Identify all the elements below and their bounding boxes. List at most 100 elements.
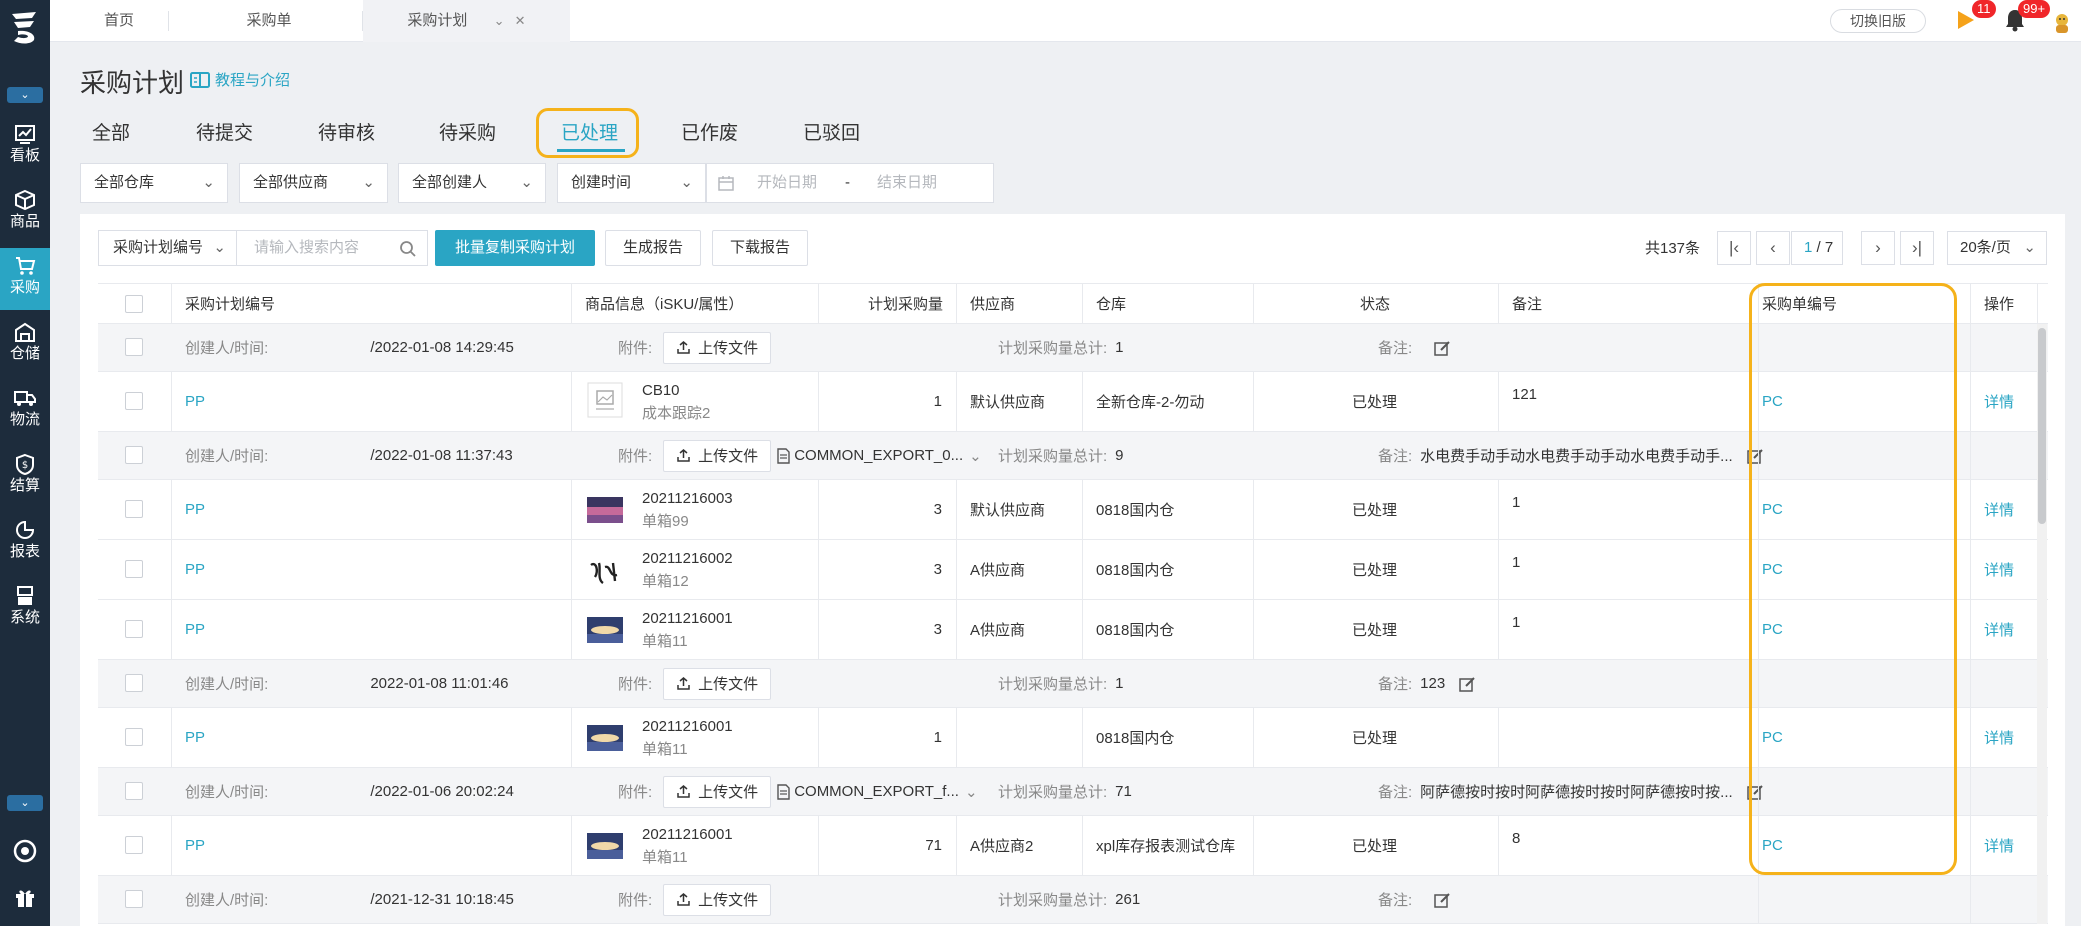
chevron-down-icon[interactable]: ⌄ [494,13,505,28]
group-checkbox[interactable] [125,674,143,692]
group-checkbox[interactable] [125,446,143,464]
column-divider [1970,600,1971,659]
row-checkbox[interactable] [125,392,143,410]
product-thumbnail[interactable] [587,497,623,523]
batch-copy-button[interactable]: 批量复制采购计划 [435,230,595,266]
collapse-toggle-top[interactable]: ⌄ [7,87,43,103]
search-field-select[interactable]: 采购计划编号 ⌄ [98,230,237,266]
collapse-toggle-bottom[interactable]: ⌄ [7,795,43,811]
prev-page-button[interactable]: ‹ [1756,231,1790,265]
status-tab-all[interactable]: 全部 [92,118,130,145]
help-icon[interactable] [0,838,50,869]
po-number-link[interactable]: PC [1762,621,1783,638]
end-date-input[interactable]: 结束日期 [877,164,937,202]
row-checkbox[interactable] [125,560,143,578]
generate-report-button[interactable]: 生成报告 [605,230,701,266]
attachment-file[interactable]: COMMON_EXPORT_0... ⌄ [777,447,982,465]
status-tab-voided[interactable]: 已作废 [681,118,738,145]
status-tab-pending-purchase[interactable]: 待采购 [439,118,496,145]
sidebar-item-3[interactable]: 仓储 [0,314,50,376]
detail-link[interactable]: 详情 [1984,727,2014,748]
column-divider [1758,600,1759,659]
po-number-link[interactable]: PC [1762,501,1783,518]
column-divider [1758,372,1759,431]
po-number-link[interactable]: PC [1762,393,1783,410]
table-scrollbar[interactable] [2037,324,2047,924]
sidebar-item-0[interactable]: 看板 [0,116,50,178]
row-checkbox[interactable] [125,728,143,746]
product-thumbnail[interactable] [587,833,623,859]
row-checkbox[interactable] [125,500,143,518]
plan-number-link[interactable]: PP [185,729,205,746]
sidebar-item-5[interactable]: $ 结算 [0,446,50,508]
search-icon[interactable] [399,240,417,258]
time-type-filter[interactable]: 创建时间 ⌄ [557,163,706,203]
product-thumbnail[interactable] [587,557,623,587]
gift-icon[interactable] [0,885,50,914]
detail-link[interactable]: 详情 [1984,391,2014,412]
detail-link[interactable]: 详情 [1984,835,2014,856]
date-range-picker[interactable]: 开始日期 - 结束日期 [706,163,994,203]
detail-link[interactable]: 详情 [1984,499,2014,520]
edit-icon[interactable] [1434,892,1450,908]
upload-file-button[interactable]: 上传文件 [663,667,772,700]
status-tab-pending-review[interactable]: 待审核 [318,118,375,145]
sidebar-item-1[interactable]: 商品 [0,182,50,244]
next-page-button[interactable]: › [1861,231,1895,265]
warehouse-filter[interactable]: 全部仓库 ⌄ [80,163,228,203]
first-page-button[interactable]: |‹ [1717,231,1751,265]
edit-icon[interactable] [1746,448,1763,464]
sidebar-item-6[interactable]: 报表 [0,512,50,574]
product-thumbnail[interactable] [587,382,623,418]
tutorial-link[interactable]: 教程与介绍 [190,69,290,90]
search-input[interactable]: 请输入搜索内容 [236,230,428,266]
plan-number-link[interactable]: PP [185,393,205,410]
edit-icon[interactable] [1746,784,1763,800]
product-thumbnail[interactable] [587,725,623,751]
close-icon[interactable]: ✕ [515,13,526,28]
supplier-filter[interactable]: 全部供应商 ⌄ [239,163,388,203]
upload-file-button[interactable]: 上传文件 [663,439,772,472]
group-checkbox[interactable] [125,890,143,908]
po-number-link[interactable]: PC [1762,561,1783,578]
last-page-button[interactable]: ›| [1900,231,1934,265]
sidebar-item-4[interactable]: 物流 [0,380,50,442]
detail-link[interactable]: 详情 [1984,559,2014,580]
app-logo-icon[interactable] [8,8,42,46]
group-checkbox[interactable] [125,782,143,800]
attachment-label: 附件: [618,676,653,693]
plan-number-link[interactable]: PP [185,561,205,578]
avatar[interactable] [2050,10,2074,34]
group-checkbox[interactable] [125,338,143,356]
row-checkbox[interactable] [125,836,143,854]
tab-purchase-order[interactable]: 采购单 [220,0,318,42]
select-all-checkbox[interactable] [125,295,143,313]
download-report-button[interactable]: 下载报告 [712,230,808,266]
scrollbar-thumb[interactable] [2038,328,2046,524]
status-tab-pending-submit[interactable]: 待提交 [196,118,253,145]
start-date-input[interactable]: 开始日期 [757,164,817,202]
edit-icon[interactable] [1434,340,1450,356]
plan-number-link[interactable]: PP [185,837,205,854]
upload-file-button[interactable]: 上传文件 [663,331,772,364]
sidebar-item-7[interactable]: 系统 [0,578,50,640]
upload-file-button[interactable]: 上传文件 [663,883,772,916]
upload-file-button[interactable]: 上传文件 [663,775,772,808]
detail-link[interactable]: 详情 [1984,619,2014,640]
tab-home[interactable]: 首页 [70,0,168,42]
po-number-link[interactable]: PC [1762,837,1783,854]
attachment-file[interactable]: COMMON_EXPORT_f... ⌄ [777,783,978,801]
product-thumbnail[interactable] [587,617,623,643]
sidebar-item-2[interactable]: 采购 [0,248,50,310]
row-checkbox[interactable] [125,620,143,638]
page-number-input[interactable]: 1 / 7 [1791,231,1843,265]
status-tab-rejected[interactable]: 已驳回 [803,118,860,145]
switch-old-version-button[interactable]: 切换旧版 [1830,9,1926,33]
po-number-link[interactable]: PC [1762,729,1783,746]
creator-filter[interactable]: 全部创建人 ⌄ [398,163,546,203]
edit-icon[interactable] [1459,676,1475,692]
page-size-select[interactable]: 20条/页 ⌄ [1947,231,2047,265]
plan-number-link[interactable]: PP [185,501,205,518]
tab-purchase-plan[interactable]: 采购计划 ⌄ ✕ [363,0,570,42]
plan-number-link[interactable]: PP [185,621,205,638]
